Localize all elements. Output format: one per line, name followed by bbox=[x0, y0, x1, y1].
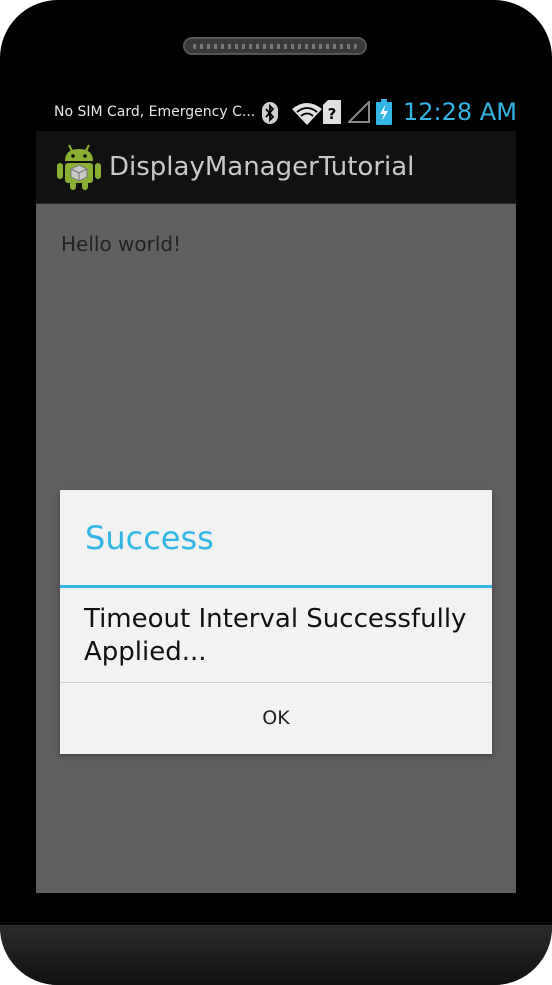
dialog-title-divider bbox=[60, 585, 492, 588]
phone-frame: No SIM Card, Emergency C... ? 12:28 AM D… bbox=[0, 0, 552, 985]
dialog-title: Success bbox=[85, 519, 214, 557]
app-title: DisplayManagerTutorial bbox=[109, 152, 415, 182]
status-bar: No SIM Card, Emergency C... ? 12:28 AM bbox=[36, 93, 516, 131]
bluetooth-icon bbox=[261, 102, 279, 128]
wifi-icon bbox=[291, 101, 323, 129]
phone-chin bbox=[0, 925, 552, 985]
status-clock: 12:28 AM bbox=[403, 98, 516, 126]
action-bar: DisplayManagerTutorial bbox=[36, 131, 516, 204]
speaker-grille bbox=[183, 37, 367, 55]
dialog-message: Timeout Interval Successfully Applied... bbox=[84, 604, 467, 667]
battery-charging-icon bbox=[376, 99, 392, 129]
no-sim-icon: ? bbox=[323, 100, 341, 128]
signal-icon bbox=[346, 99, 370, 127]
hello-text: Hello world! bbox=[61, 232, 182, 256]
alert-dialog: Success Timeout Interval Successfully Ap… bbox=[60, 490, 492, 754]
carrier-text: No SIM Card, Emergency C... bbox=[54, 104, 256, 120]
android-app-icon[interactable] bbox=[56, 143, 102, 191]
svg-text:?: ? bbox=[328, 105, 337, 123]
ok-button[interactable]: OK bbox=[60, 683, 492, 754]
device-screen: No SIM Card, Emergency C... ? 12:28 AM D… bbox=[36, 93, 516, 893]
activity-content: Hello world! Success Timeout Interval Su… bbox=[36, 204, 516, 893]
